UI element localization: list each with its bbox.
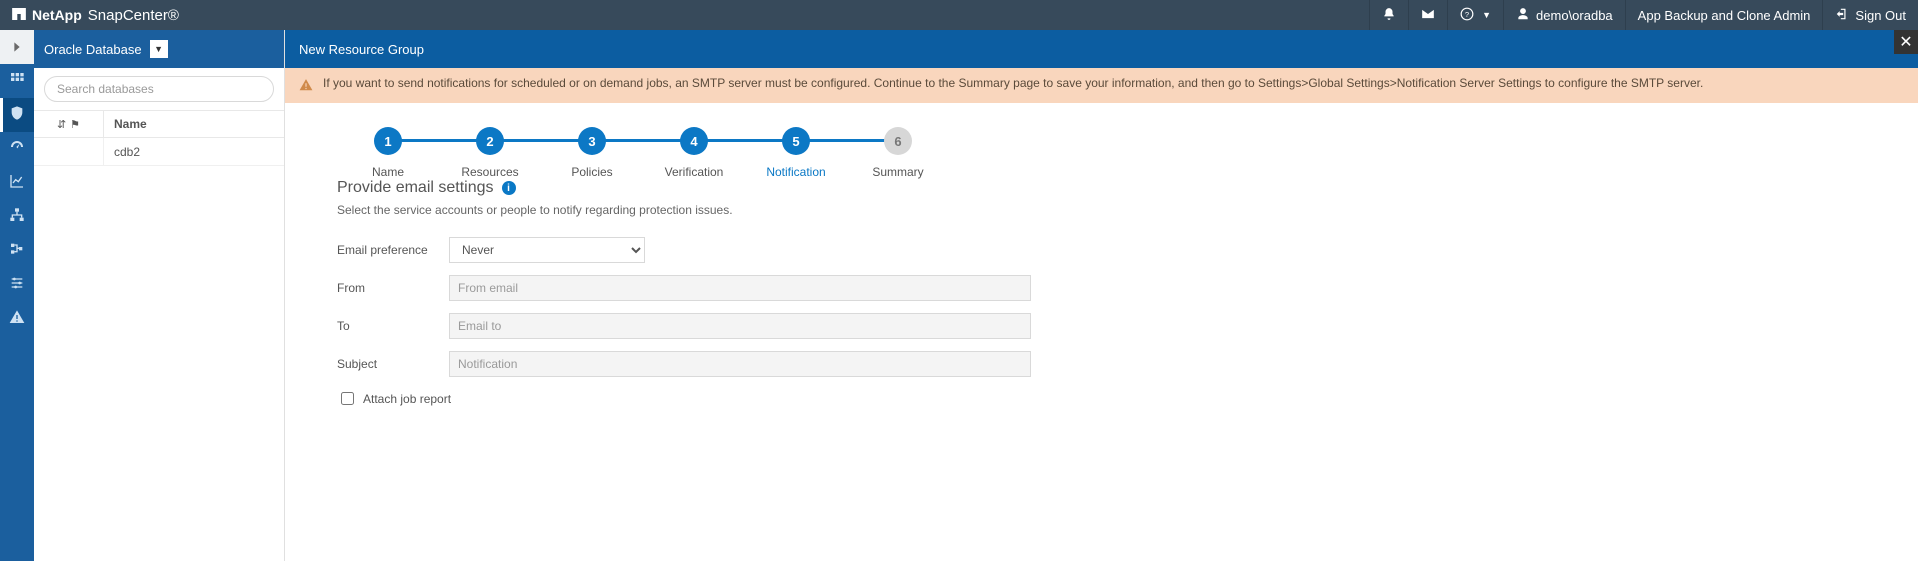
plugin-label: Oracle Database <box>44 42 142 57</box>
sliders-icon <box>9 275 25 296</box>
close-button[interactable]: ✕ <box>1894 30 1918 54</box>
to-label: To <box>337 319 449 333</box>
step-name[interactable]: 1 Name <box>337 127 439 179</box>
brand-company: NetApp <box>32 7 82 23</box>
notifications-button[interactable] <box>1369 0 1408 30</box>
role-label: App Backup and Clone Admin <box>1638 8 1811 23</box>
email-pref-select[interactable]: Never <box>449 237 645 263</box>
step-label: Resources <box>461 165 518 179</box>
step-label: Notification <box>766 165 825 179</box>
wizard-panel: New Resource Group ✕ If you want to send… <box>285 30 1918 561</box>
nav-hosts[interactable] <box>0 200 34 234</box>
resource-list-panel: Oracle Database ▼ ⇵ ⚑ Name cdb2 <box>34 30 285 561</box>
warning-banner: If you want to send notifications for sc… <box>285 68 1918 103</box>
bell-icon <box>1382 7 1396 24</box>
brand-product: SnapCenter® <box>88 7 179 24</box>
step-resources[interactable]: 2 Resources <box>439 127 541 179</box>
step-label: Summary <box>872 165 923 179</box>
column-name[interactable]: Name <box>104 111 284 137</box>
nav-expand[interactable] <box>0 30 34 64</box>
email-pref-label: Email preference <box>337 243 449 257</box>
search-input[interactable] <box>44 76 274 102</box>
step-label: Verification <box>665 165 724 179</box>
from-label: From <box>337 281 449 295</box>
nav-monitor[interactable] <box>0 132 34 166</box>
shield-check-icon <box>9 105 25 126</box>
nav-reports[interactable] <box>0 166 34 200</box>
step-verification[interactable]: 4 Verification <box>643 127 745 179</box>
subject-input[interactable] <box>449 351 1031 377</box>
grid-icon <box>9 71 25 92</box>
nav-iconbar <box>0 30 34 561</box>
subject-label: Subject <box>337 357 449 371</box>
user-label: demo\oradba <box>1536 8 1613 23</box>
hierarchy-icon <box>9 207 25 228</box>
help-icon: ? <box>1460 7 1474 24</box>
plugin-selector[interactable]: Oracle Database ▼ <box>34 30 284 68</box>
signout-label: Sign Out <box>1855 8 1906 23</box>
signout-icon <box>1835 7 1849 24</box>
step-summary[interactable]: 6 Summary <box>847 127 949 179</box>
step-indicator: 1 Name 2 Resources 3 Policies 4 Verification 5 No… <box>337 127 1918 179</box>
chevron-down-icon: ▼ <box>150 40 168 58</box>
topbar: NetApp SnapCenter® ? ▼ demo\oradba App B… <box>0 0 1918 30</box>
mail-icon <box>1421 7 1435 24</box>
step-label: Name <box>372 165 404 179</box>
step-number: 2 <box>476 127 504 155</box>
netapp-logo-icon <box>12 8 26 20</box>
nav-storage[interactable] <box>0 234 34 268</box>
list-item-name: cdb2 <box>104 138 284 165</box>
from-input[interactable] <box>449 275 1031 301</box>
signout-button[interactable]: Sign Out <box>1822 0 1918 30</box>
role-label-button[interactable]: App Backup and Clone Admin <box>1625 0 1823 30</box>
messages-button[interactable] <box>1408 0 1447 30</box>
info-icon[interactable]: i <box>502 181 516 195</box>
list-header: ⇵ ⚑ Name <box>34 110 284 138</box>
to-input[interactable] <box>449 313 1031 339</box>
nav-dashboard[interactable] <box>0 64 34 98</box>
close-icon: ✕ <box>1899 32 1912 52</box>
step-number: 5 <box>782 127 810 155</box>
step-number: 1 <box>374 127 402 155</box>
attach-report-checkbox[interactable] <box>341 392 354 405</box>
step-label: Policies <box>571 165 612 179</box>
wizard-title: New Resource Group <box>299 42 424 57</box>
gauge-icon <box>9 139 25 160</box>
nav-resources[interactable] <box>0 98 34 132</box>
step-policies[interactable]: 3 Policies <box>541 127 643 179</box>
step-number: 6 <box>884 127 912 155</box>
warning-text: If you want to send notifications for sc… <box>323 76 1703 90</box>
section-title-row: Provide email settings i <box>337 179 1918 197</box>
flag-icon: ⚑ <box>70 118 80 131</box>
storage-icon <box>9 241 25 262</box>
step-notification[interactable]: 5 Notification <box>745 127 847 179</box>
warning-icon <box>299 76 313 95</box>
section-subtitle: Select the service accounts or people to… <box>337 203 1918 217</box>
nav-settings[interactable] <box>0 268 34 302</box>
alert-icon <box>9 309 25 330</box>
chevron-down-icon: ▼ <box>1482 10 1491 20</box>
wizard-header: New Resource Group ✕ <box>285 30 1918 68</box>
list-item[interactable]: cdb2 <box>34 138 284 166</box>
section-title: Provide email settings <box>337 179 494 197</box>
help-button[interactable]: ? ▼ <box>1447 0 1503 30</box>
chart-icon <box>9 173 25 194</box>
nav-alerts[interactable] <box>0 302 34 336</box>
attach-report-label: Attach job report <box>363 392 451 406</box>
svg-text:?: ? <box>1465 9 1469 18</box>
step-number: 3 <box>578 127 606 155</box>
brand: NetApp SnapCenter® <box>0 7 179 24</box>
step-number: 4 <box>680 127 708 155</box>
sort-icon: ⇵ <box>57 118 66 131</box>
user-icon <box>1516 7 1530 24</box>
sort-controls[interactable]: ⇵ ⚑ <box>34 111 104 137</box>
user-menu[interactable]: demo\oradba <box>1503 0 1625 30</box>
